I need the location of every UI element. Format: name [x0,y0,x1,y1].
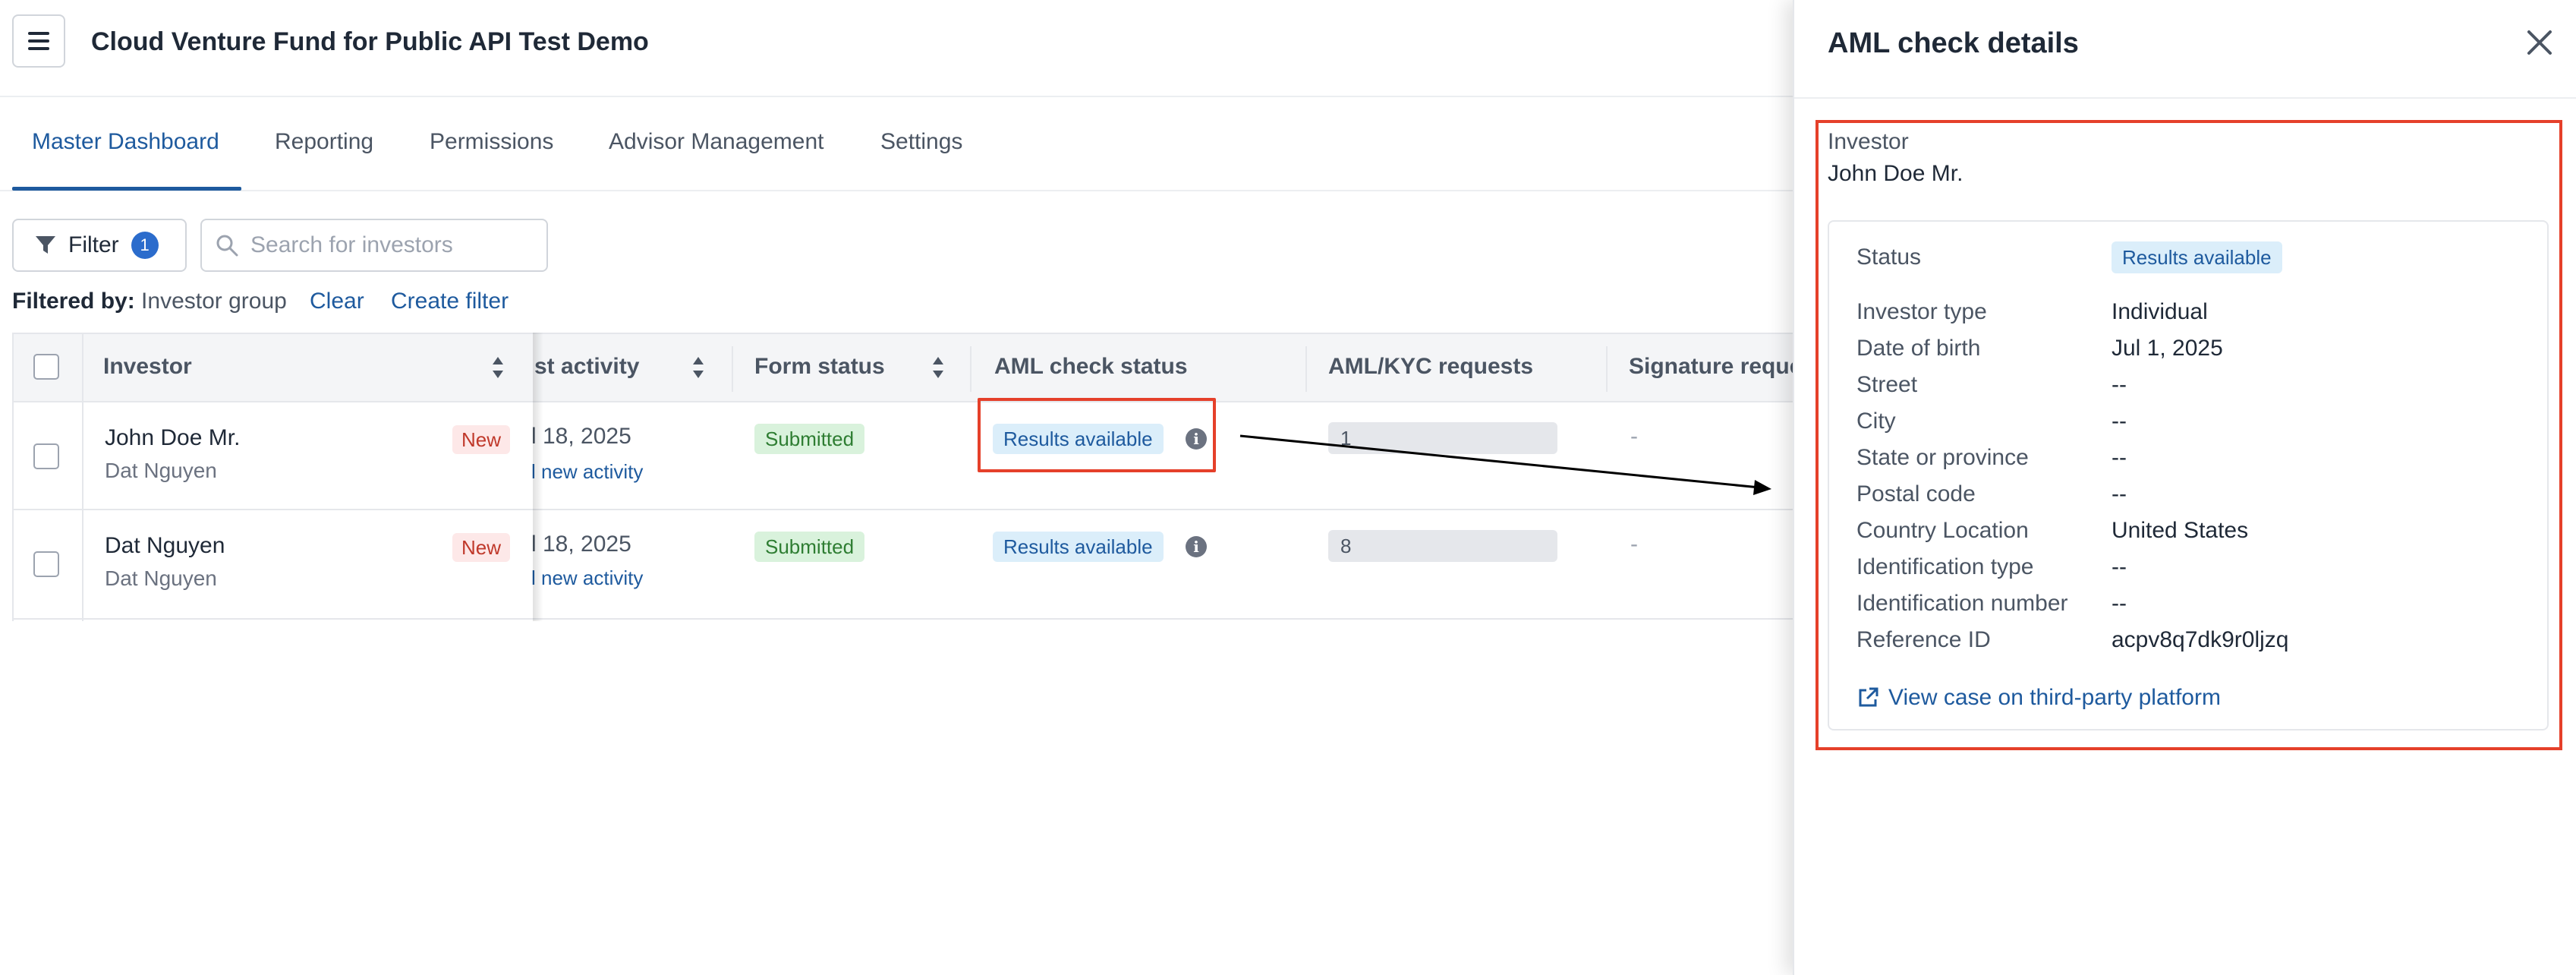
clear-filter-link[interactable]: Clear [310,289,364,314]
new-activity-link[interactable]: l new activity [531,566,643,590]
tab-master-dashboard[interactable]: Master Dashboard [32,129,219,155]
close-icon[interactable] [2524,27,2555,58]
investor-subtext: Dat Nguyen [105,459,217,482]
row-checkbox[interactable] [33,551,59,577]
tab-reporting[interactable]: Reporting [275,129,373,155]
table-row[interactable]: Dat Nguyen Dat Nguyen New l 18, 2025 l n… [12,512,1793,620]
search-input[interactable] [250,232,524,258]
panel-divider [1794,97,2576,99]
filtered-by: Filtered by: Investor group [12,289,287,314]
panel-title: AML check details [1828,27,2079,59]
filtered-by-label: Filtered by: [12,289,135,314]
sort-icon[interactable] [931,352,946,383]
column-separator [1305,346,1307,392]
active-tab-indicator [12,187,241,191]
filter-count-badge: 1 [131,232,159,259]
search-icon [216,235,238,257]
last-activity-date: l 18, 2025 [531,424,631,449]
new-badge: New [452,425,511,454]
header-signature: Signature reque [1629,354,1803,379]
tab-bar: Master Dashboard Reporting Permissions A… [0,97,1793,191]
create-filter-link[interactable]: Create filter [391,289,509,314]
filtered-by-value: Investor group [141,289,287,314]
annotation-highlight [978,398,1216,472]
aml-status-badge[interactable]: Results available [993,532,1164,562]
tab-permissions[interactable]: Permissions [430,129,553,155]
column-separator [732,346,733,392]
tab-settings[interactable]: Settings [880,129,962,155]
column-separator [82,333,83,621]
search-box [200,219,548,272]
row-checkbox[interactable] [33,443,59,469]
investor-subtext: Dat Nguyen [105,566,217,590]
new-activity-link[interactable]: l new activity [531,460,643,484]
signature-value: - [1630,532,1638,557]
last-activity-date: l 18, 2025 [531,532,631,557]
header-investor[interactable]: Investor [103,354,192,380]
filter-label: Filter [68,232,119,257]
table-header: Investor st activity Form status AML che… [12,333,1802,402]
annotation-highlight [1815,120,2562,750]
signature-value: - [1630,424,1638,449]
info-icon[interactable]: i [1186,536,1207,557]
select-all-checkbox[interactable] [33,354,59,380]
form-status-badge: Submitted [754,532,865,562]
aml-requests-bar: 1 [1328,422,1557,454]
filter-button[interactable]: Filter 1 [12,219,187,272]
aml-details-panel: AML check details Investor John Doe Mr. … [1793,0,2576,975]
header-aml-status: AML check status [994,354,1188,379]
investors-table: Investor st activity Form status AML che… [12,333,1802,621]
sort-icon[interactable] [490,352,505,383]
main-app: Cloud Venture Fund for Public API Test D… [0,0,1802,975]
menu-icon [28,32,49,50]
header-aml-requests: AML/KYC requests [1328,354,1534,379]
page-title: Cloud Venture Fund for Public API Test D… [91,27,649,56]
column-separator [970,346,972,392]
header-form-status[interactable]: Form status [754,354,885,380]
new-badge: New [452,533,511,562]
table-border [12,333,14,621]
column-separator [1606,346,1608,392]
sort-icon[interactable] [691,352,706,383]
top-bar: Cloud Venture Fund for Public API Test D… [0,0,1793,97]
table-row[interactable]: John Doe Mr. Dat Nguyen New l 18, 2025 l… [12,402,1793,510]
investor-name[interactable]: John Doe Mr. [105,425,240,451]
aml-requests-bar: 8 [1328,530,1557,562]
investor-name[interactable]: Dat Nguyen [105,533,225,559]
tab-advisor-management[interactable]: Advisor Management [609,129,824,155]
sticky-column-shadow [533,333,543,621]
form-status-badge: Submitted [754,424,865,454]
menu-button[interactable] [12,14,65,68]
filter-icon [36,236,55,254]
header-last-activity[interactable]: st activity [534,354,639,380]
